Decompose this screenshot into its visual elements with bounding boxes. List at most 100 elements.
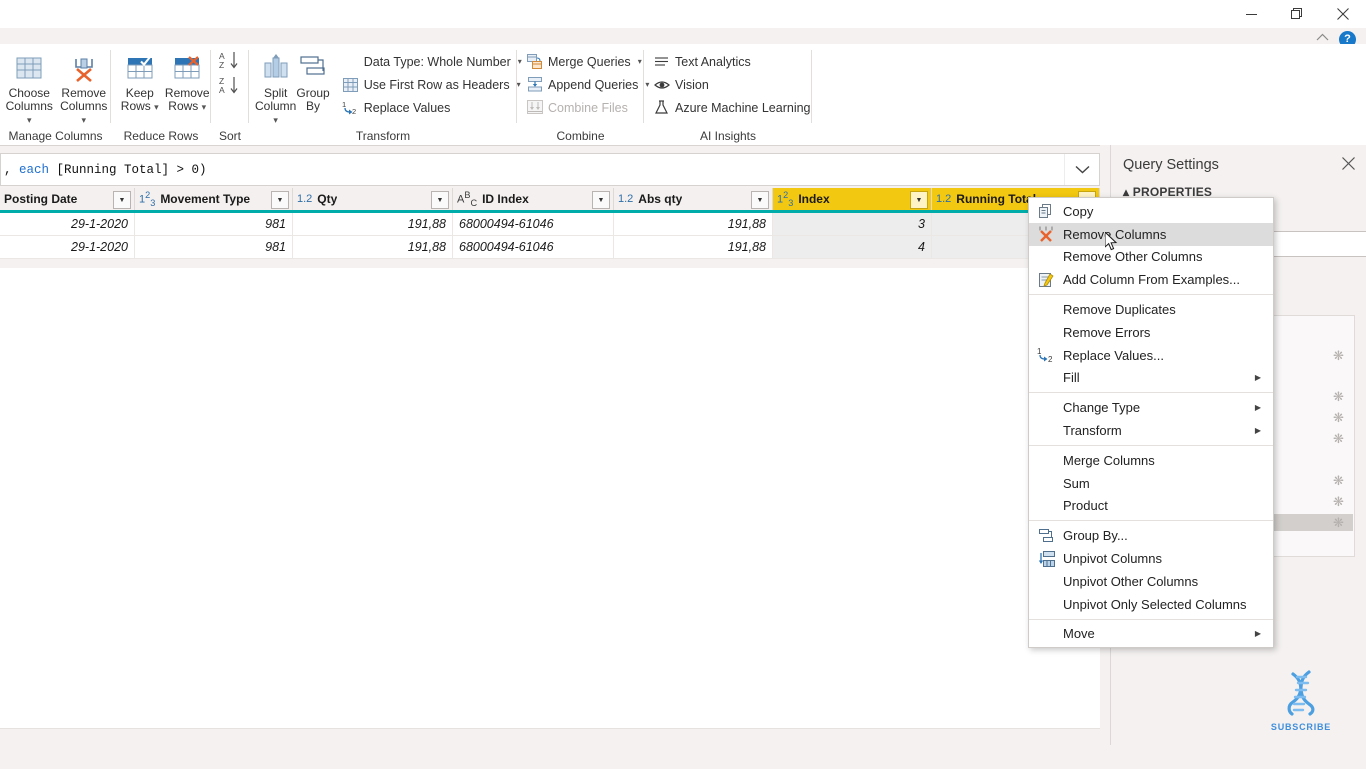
group-by-icon	[297, 50, 329, 84]
context-menu-item-add-column-from-examples[interactable]: Add Column From Examples...	[1029, 268, 1273, 291]
context-menu-item-label: Fill	[1063, 370, 1080, 386]
column-filter-dropdown-icon[interactable]: ▼	[271, 191, 289, 209]
table-cell[interactable]: 981	[135, 213, 293, 235]
azure-machine-learning-label: Azure Machine Learning	[675, 100, 811, 115]
merge-queries-label: Merge Queries	[548, 54, 631, 69]
subscribe-label: SUBSCRIBE	[1270, 722, 1332, 732]
context-menu-item-label: Group By...	[1063, 528, 1128, 544]
submenu-arrow-icon: ▶	[1254, 403, 1261, 413]
table-cell[interactable]: 29-1-2020	[0, 213, 135, 235]
close-button[interactable]	[1320, 0, 1366, 28]
ribbon-group-ai-insights: Text Analytics Vision Azure Machine Lear…	[644, 44, 812, 145]
column-filter-dropdown-icon[interactable]: ▼	[592, 191, 610, 209]
table-cell[interactable]: 68000494-61046	[453, 213, 614, 235]
context-menu-item-move[interactable]: Move ▶	[1029, 623, 1273, 646]
context-menu-item-remove-duplicates[interactable]: Remove Duplicates	[1029, 298, 1273, 321]
table-cell[interactable]: 4	[773, 236, 932, 258]
use-first-row-headers-button[interactable]: Use First Row as Headers ▾	[338, 73, 528, 96]
choose-columns-button[interactable]: Choose Columns ▾	[2, 48, 57, 127]
split-column-button[interactable]: Split Column ▾	[255, 48, 296, 127]
vision-button[interactable]: Vision	[649, 73, 817, 96]
ribbon-group-title: AI Insights	[699, 129, 757, 143]
column-filter-dropdown-icon[interactable]: ▼	[751, 191, 769, 209]
close-icon[interactable]	[1342, 156, 1355, 174]
keep-rows-button[interactable]: Keep Rows ▾	[116, 48, 164, 114]
table-cell[interactable]: 29-1-2020	[0, 236, 135, 258]
context-menu-item-merge-columns[interactable]: Merge Columns	[1029, 449, 1273, 472]
gear-icon[interactable]: ❋	[1332, 390, 1346, 404]
context-menu-item-sum[interactable]: Sum	[1029, 472, 1273, 495]
append-queries-button[interactable]: Append Queries ▾	[522, 73, 655, 96]
formula-text[interactable]: , each [Running Total] > 0)	[1, 163, 1064, 177]
sort-descending-button[interactable]: Z A	[217, 74, 243, 99]
choose-columns-label: Choose Columns ▾	[5, 86, 53, 126]
context-menu-item-replace-values[interactable]: 1 2 Replace Values...	[1029, 344, 1273, 367]
column-header-qty[interactable]: 1.2 Qty ▼	[293, 188, 453, 210]
context-menu-item-copy[interactable]: Copy	[1029, 200, 1273, 223]
transform-small-commands: Data Type: Whole Number ▾ Use First Row …	[338, 48, 528, 119]
context-menu-item-remove-other-columns[interactable]: Remove Other Columns	[1029, 246, 1273, 269]
context-menu-item-label: Change Type	[1063, 400, 1141, 416]
gear-icon[interactable]: ❋	[1332, 432, 1346, 446]
column-header-id-index[interactable]: ABC ID Index ▼	[453, 188, 614, 210]
table-cell[interactable]: 981	[135, 236, 293, 258]
column-header-index[interactable]: 123 Index ▼	[773, 188, 932, 210]
number-type-icon: 123	[139, 190, 156, 208]
text-analytics-button[interactable]: Text Analytics	[649, 50, 817, 73]
context-menu-item-remove-columns[interactable]: Remove Columns	[1029, 222, 1273, 246]
vision-eye-icon	[653, 76, 670, 93]
column-header-movement-type[interactable]: 123 Movement Type ▼	[135, 188, 293, 210]
gear-icon[interactable]: ❋	[1332, 411, 1346, 425]
context-menu-item-remove-errors[interactable]: Remove Errors	[1029, 321, 1273, 344]
formula-bar[interactable]: , each [Running Total] > 0)	[0, 153, 1100, 186]
minimize-button[interactable]	[1228, 0, 1274, 28]
table-cell[interactable]: 3	[773, 213, 932, 235]
column-header-posting-date[interactable]: Posting Date ▼	[0, 188, 135, 210]
title-bar: ?	[0, 0, 1366, 48]
query-name-input[interactable]	[1262, 231, 1366, 257]
remove-rows-label: Remove Rows ▾	[164, 86, 210, 113]
svg-text:1: 1	[342, 100, 346, 109]
copy-icon	[1029, 200, 1063, 222]
combine-files-button[interactable]: Combine Files	[522, 96, 655, 119]
context-menu-item-group-by[interactable]: Group By...	[1029, 524, 1273, 547]
context-menu-item-unpivot-only-selected-columns[interactable]: Unpivot Only Selected Columns	[1029, 593, 1273, 616]
context-menu-item-label: Remove Other Columns	[1063, 249, 1203, 265]
context-menu-item-fill[interactable]: Fill ▶	[1029, 367, 1273, 390]
table-row[interactable]: 29-1-2020 981 191,88 68000494-61046 191,88 3	[0, 213, 1100, 236]
column-header-abs-qty[interactable]: 1.2 Abs qty ▼	[614, 188, 773, 210]
merge-queries-button[interactable]: Merge Queries ▾	[522, 50, 655, 73]
context-menu-item-label: Transform	[1063, 423, 1122, 439]
gear-icon[interactable]: ❋	[1332, 349, 1346, 363]
table-cell[interactable]: 191,88	[614, 213, 773, 235]
context-menu-item-unpivot-other-columns[interactable]: Unpivot Other Columns	[1029, 570, 1273, 593]
table-row[interactable]: 29-1-2020 981 191,88 68000494-61046 191,88 4	[0, 236, 1100, 259]
remove-columns-button[interactable]: Remove Columns ▾	[57, 48, 112, 127]
table-cell[interactable]: 191,88	[293, 213, 453, 235]
data-type-button[interactable]: Data Type: Whole Number ▾	[338, 50, 528, 73]
azure-machine-learning-button[interactable]: Azure Machine Learning	[649, 96, 817, 119]
gear-icon[interactable]: ❋	[1332, 516, 1346, 530]
add-column-examples-icon	[1029, 269, 1063, 291]
chevron-down-icon[interactable]	[1064, 154, 1099, 185]
gear-icon[interactable]: ❋	[1332, 474, 1346, 488]
no-icon	[1029, 420, 1063, 442]
context-menu-item-transform[interactable]: Transform ▶	[1029, 419, 1273, 442]
column-filter-dropdown-icon[interactable]: ▼	[431, 191, 449, 209]
group-by-button[interactable]: Group By	[296, 48, 330, 113]
remove-rows-button[interactable]: Remove Rows ▾	[164, 48, 212, 114]
table-cell[interactable]: 191,88	[293, 236, 453, 258]
context-menu-item-unpivot-columns[interactable]: Unpivot Columns	[1029, 547, 1273, 570]
context-menu-item-product[interactable]: Product	[1029, 495, 1273, 518]
replace-values-button[interactable]: 1 2 Replace Values	[338, 96, 528, 119]
column-filter-dropdown-icon[interactable]: ▼	[910, 191, 928, 209]
restore-button[interactable]	[1274, 0, 1320, 28]
table-cell[interactable]: 68000494-61046	[453, 236, 614, 258]
sort-ascending-button[interactable]: A Z	[217, 49, 243, 74]
column-header-label: Movement Type	[160, 192, 251, 206]
context-menu-item-change-type[interactable]: Change Type ▶	[1029, 396, 1273, 419]
gear-icon[interactable]: ❋	[1332, 495, 1346, 509]
column-filter-dropdown-icon[interactable]: ▼	[113, 191, 131, 209]
merge-queries-icon	[526, 53, 543, 70]
table-cell[interactable]: 191,88	[614, 236, 773, 258]
